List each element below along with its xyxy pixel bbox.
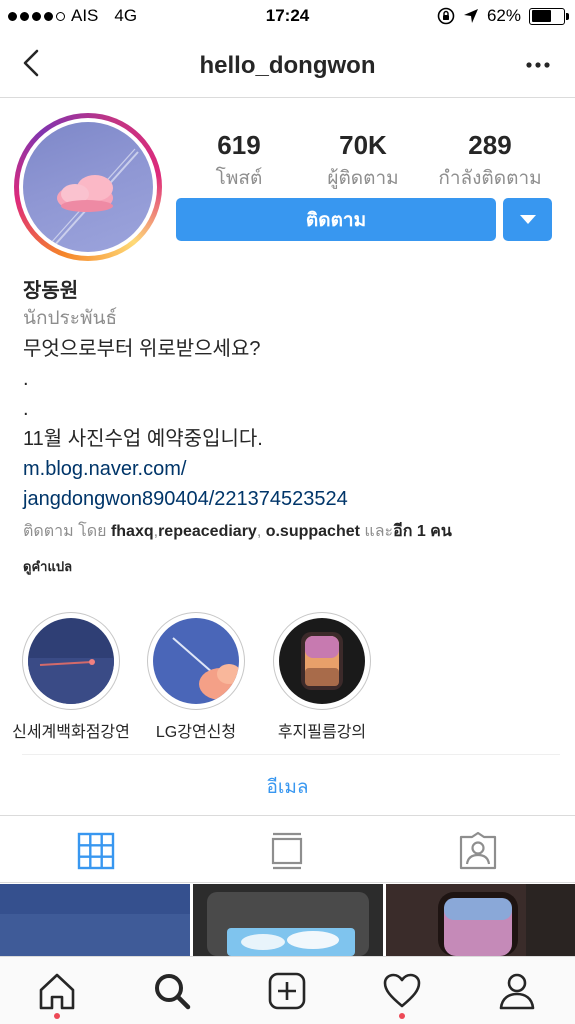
bio-link[interactable]: m.blog.naver.com/ (23, 454, 553, 484)
highlight-item[interactable]: 후지필름강의 (257, 612, 387, 742)
follow-button[interactable]: ติดตาม (176, 198, 496, 241)
highlight-cover (28, 618, 114, 704)
orientation-lock-icon (437, 7, 455, 25)
profile-stats: 619 โพสต์ 70K ผู้ติดตาม 289 กำลังติดตาม (177, 130, 551, 189)
ellipsis-icon[interactable] (523, 50, 553, 80)
profile-name: 장동원 (23, 280, 79, 302)
posts-stat[interactable]: 619 โพสต์ (177, 130, 301, 193)
profile-icon[interactable] (497, 971, 537, 1011)
highlight-label: 후지필름강의 (277, 724, 367, 741)
activity-notification-dot (399, 1013, 405, 1019)
followed-by-and: และ (359, 523, 394, 540)
divider (22, 754, 560, 755)
posts-count: 619 (217, 130, 261, 160)
story-ring[interactable] (14, 113, 162, 261)
highlight-label: 신세계백화점강연 (12, 724, 130, 741)
followed-by[interactable]: ติดตาม โดย fhaxq,repeacediary, o.suppach… (23, 520, 553, 544)
profile-bio: 장동원 นักประพันธ์ 무엇으로부터 위로받으세요? . . 11월 사… (23, 278, 553, 577)
username-title: hello_dongwon (199, 52, 376, 79)
profile-tabs (0, 815, 575, 883)
mutual-user[interactable]: fhaxq (111, 523, 154, 540)
bio-link[interactable]: jangdongwon890404/221374523524 (23, 484, 553, 514)
highlight-label: LG강연신청 (155, 724, 237, 741)
search-icon[interactable] (152, 971, 192, 1011)
highlight-item[interactable]: 신세계백화점강연 (6, 612, 136, 742)
following-label: กำลังติดตาม (438, 168, 542, 189)
bio-line: . (23, 368, 29, 390)
mutual-user[interactable]: o.suppachet (266, 523, 360, 540)
activity-icon[interactable] (382, 971, 422, 1011)
battery-icon (529, 7, 569, 25)
followed-by-more[interactable]: อีก 1 คน (393, 523, 452, 540)
home-icon[interactable] (37, 971, 77, 1011)
highlight-cover (153, 618, 239, 704)
bio-line: 무엇으로부터 위로받으세요? (23, 338, 261, 360)
grid-icon[interactable] (76, 831, 116, 871)
posts-label: โพสต์ (215, 168, 263, 189)
status-right: 62% (437, 6, 569, 26)
bottom-navigation (0, 956, 575, 1024)
separator: , (256, 523, 266, 540)
email-button[interactable]: อีเมล (0, 772, 575, 802)
post-thumbnail[interactable] (193, 884, 383, 956)
tagged-icon[interactable] (458, 831, 498, 871)
followers-label: ผู้ติดตาม (327, 168, 399, 189)
caret-down-icon (520, 215, 536, 224)
home-notification-dot (54, 1013, 60, 1019)
post-thumbnail[interactable] (0, 884, 190, 956)
profile-category: นักประพันธ์ (23, 308, 118, 329)
mutual-user[interactable]: repeacediary (158, 523, 257, 540)
bio-line: 11월 사진수업 예약중입니다. (23, 428, 263, 450)
status-bar: AIS 4G 17:24 62% (0, 0, 575, 34)
battery-percent: 62% (486, 6, 521, 25)
highlight-cover (279, 618, 365, 704)
following-stat[interactable]: 289 กำลังติดตาม (425, 130, 555, 193)
avatar[interactable] (23, 122, 153, 252)
followers-count: 70K (339, 130, 387, 160)
highlight-item[interactable]: LG강연신청 (131, 612, 261, 742)
post-thumbnail[interactable] (386, 884, 575, 956)
followed-by-prefix: ติดตาม โดย (23, 523, 111, 540)
following-count: 289 (468, 130, 512, 160)
profile-header-bar: hello_dongwon (0, 34, 575, 98)
suggestions-dropdown-button[interactable] (503, 198, 552, 241)
posts-grid (0, 884, 575, 956)
bio-line: . (23, 398, 29, 420)
see-translation-link[interactable]: ดูคำแปล (23, 556, 553, 577)
location-icon (463, 9, 478, 23)
story-highlights: 신세계백화점강연 LG강연신청 후지필름강의 (0, 612, 575, 742)
feed-icon[interactable] (267, 831, 307, 871)
followers-stat[interactable]: 70K ผู้ติดตาม (301, 130, 425, 193)
new-post-icon[interactable] (267, 971, 307, 1011)
